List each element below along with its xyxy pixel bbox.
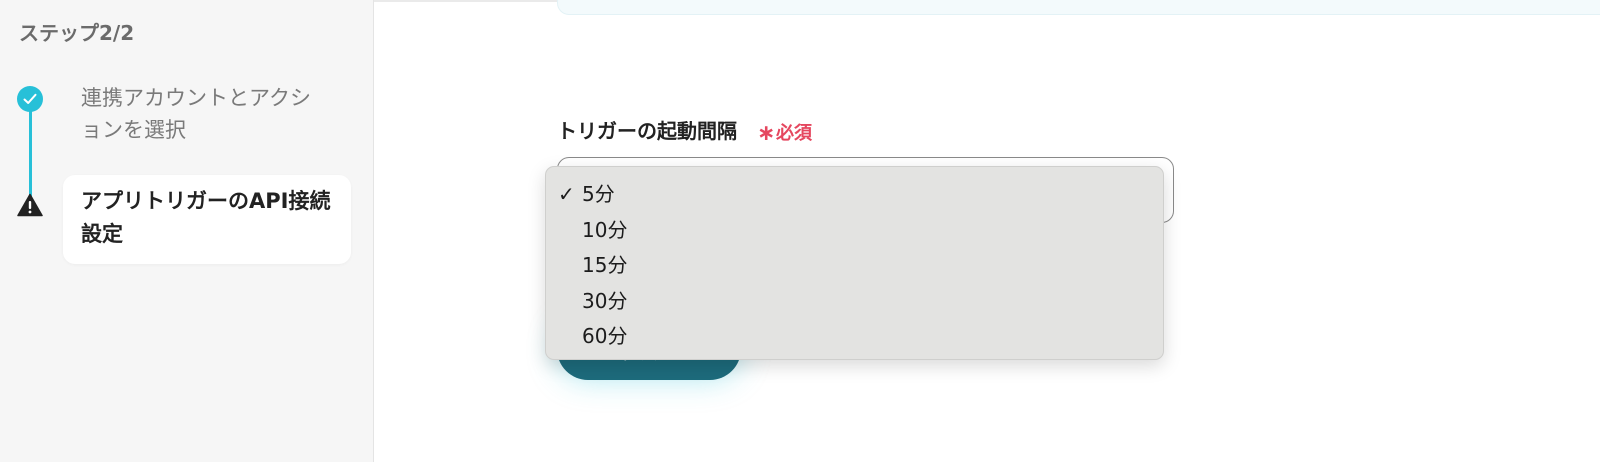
option-30min[interactable]: 30分 <box>546 284 1163 320</box>
step-item-api-settings[interactable]: アプリトリガーのAPI接続設定 <box>63 175 351 264</box>
trigger-interval-label: トリガーの起動間隔 <box>557 119 737 143</box>
top-info-banner <box>557 0 1600 15</box>
option-label: 15分 <box>582 253 628 277</box>
steps-sidebar: ステップ2/2 連携アカウントとアクションを選択 アプリトリガーのAPI接続設定 <box>0 0 374 462</box>
checkmark-icon: ✓ <box>558 182 575 206</box>
option-15min[interactable]: 15分 <box>546 248 1163 284</box>
option-label: 10分 <box>582 217 628 242</box>
option-10min[interactable]: 10分 <box>546 213 1163 249</box>
step-connector-line <box>29 110 32 202</box>
warning-icon <box>17 193 43 217</box>
step-item-account-action[interactable]: 連携アカウントとアクションを選択 <box>81 82 331 146</box>
check-icon <box>17 86 43 112</box>
required-asterisk: ∗ <box>757 121 776 146</box>
option-60min[interactable]: 60分 <box>546 319 1163 355</box>
option-label: 30分 <box>582 288 628 313</box>
step-item-label: アプリトリガーのAPI接続設定 <box>81 189 331 246</box>
option-label: 60分 <box>582 324 628 348</box>
option-5min[interactable]: ✓ 5分 <box>546 177 1163 213</box>
required-badge: 必須 <box>776 123 812 144</box>
option-label: 5分 <box>582 182 615 206</box>
step-counter: ステップ2/2 <box>19 21 135 45</box>
interval-dropdown-menu: ✓ 5分 10分 15分 30分 60分 <box>545 166 1164 360</box>
